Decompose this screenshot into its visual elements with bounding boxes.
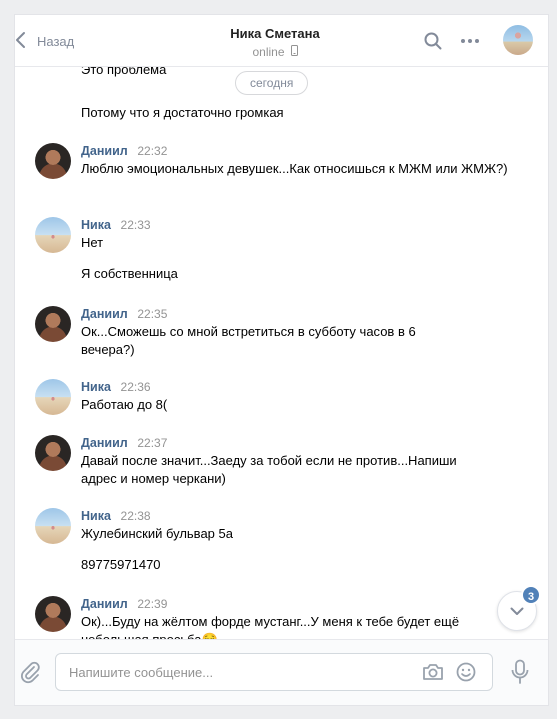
chat-header: Назад Ника Сметана online (15, 15, 548, 67)
message-text: Нет (81, 235, 104, 250)
partial-message-text: Это проблема (81, 67, 167, 77)
microphone-icon[interactable] (511, 659, 529, 688)
avatar[interactable] (35, 306, 71, 342)
message-input-placeholder: Напишите сообщение... (69, 665, 214, 680)
message-time: 22:37 (137, 436, 168, 450)
smile-icon[interactable] (456, 662, 476, 685)
unread-count-badge: 3 (521, 585, 541, 605)
header-avatar[interactable] (503, 25, 533, 55)
chevron-down-icon (510, 604, 524, 619)
paperclip-icon[interactable] (19, 660, 41, 687)
contact-name: Ника Сметана (230, 26, 320, 41)
message-time: 22:32 (137, 144, 168, 158)
avatar[interactable] (35, 596, 71, 632)
chat-window: Назад Ника Сметана online Это проблема с… (14, 14, 549, 706)
phone-icon (290, 45, 298, 59)
avatar[interactable] (35, 143, 71, 179)
camera-icon[interactable] (422, 662, 444, 685)
message-text: Я собственница (81, 266, 178, 281)
author-name[interactable]: Даниил (81, 307, 128, 321)
avatar[interactable] (35, 508, 71, 544)
message-time: 22:35 (137, 307, 168, 321)
message-feed: Это проблема сегодня Потому что я достат… (15, 67, 548, 639)
author-name[interactable]: Ника (81, 218, 111, 232)
message-text: Работаю до 8( (81, 397, 168, 412)
message-text: Ок...Сможешь со мной встретиться в суббо… (81, 324, 416, 357)
message-time: 22:36 (120, 380, 151, 394)
contact-info[interactable]: Ника Сметана online (165, 26, 385, 59)
date-separator: сегодня (235, 71, 309, 95)
avatar[interactable] (35, 435, 71, 471)
author-name[interactable]: Ника (81, 509, 111, 523)
message-text: Давай после значит...Заеду за тобой если… (81, 453, 457, 486)
back-label: Назад (37, 33, 75, 49)
search-icon[interactable] (424, 32, 442, 53)
author-name[interactable]: Даниил (81, 436, 128, 450)
chevron-left-icon (15, 31, 37, 52)
author-name[interactable]: Даниил (81, 597, 128, 611)
avatar[interactable] (35, 217, 71, 253)
message-text: 89775971470 (81, 557, 161, 572)
message-time: 22:33 (120, 218, 151, 232)
message-time: 22:39 (137, 597, 168, 611)
author-name[interactable]: Даниил (81, 144, 128, 158)
back-button[interactable]: Назад (15, 15, 74, 67)
message-text: Люблю эмоциональных девушек...Как относи… (81, 161, 508, 176)
more-dots-icon[interactable] (461, 39, 479, 43)
contact-status: online (165, 45, 385, 59)
avatar[interactable] (35, 379, 71, 415)
message-text: Потому что я достаточно громкая (81, 105, 284, 120)
message-composer: Напишите сообщение... (15, 639, 548, 705)
author-name[interactable]: Ника (81, 380, 111, 394)
message-text: Жулебинский бульвар 5а (81, 526, 233, 541)
message-text: Ок)...Буду на жёлтом форде мустанг...У м… (81, 614, 460, 639)
message-input[interactable]: Напишите сообщение... (55, 653, 493, 691)
message-time: 22:38 (120, 509, 151, 523)
online-status: online (252, 45, 285, 59)
